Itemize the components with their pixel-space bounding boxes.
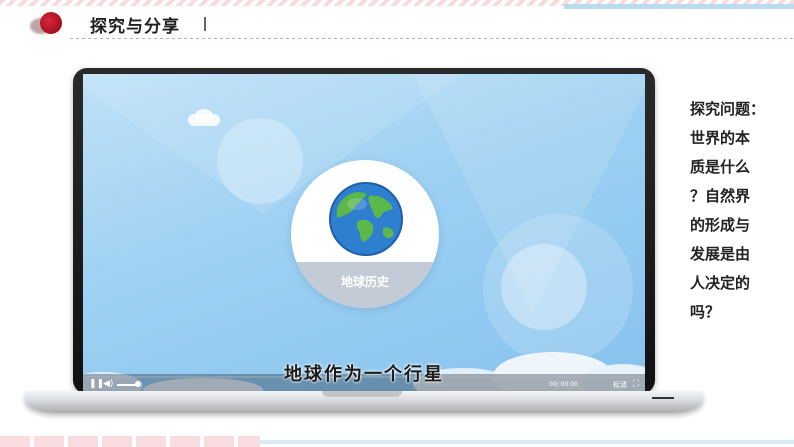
cloud-icon [195,109,213,123]
fullscreen-icon[interactable]: ⛶ [633,379,639,389]
volume-icon[interactable]: ◀) [103,379,113,389]
page-title: 探究与分享 [90,17,180,37]
question-line: 吗？ [690,303,721,321]
time-readout: 00/ 00:00 [549,381,578,388]
bg-circle [217,118,303,204]
question-line: 的形成与 [690,216,751,234]
header-bar: 探究与分享 [0,0,794,44]
laptop-notch [322,391,402,397]
question-line: 世界的本 [690,129,751,147]
footer-stripe [0,436,260,447]
question-line: 探究问题： [690,100,766,118]
header-dashed-line [70,38,794,39]
volume-knob[interactable] [135,381,141,387]
topic-badge: 地球历史 [291,160,439,308]
question-line: 人决定的 [690,274,751,292]
footer-blue-stripe [260,440,794,444]
question-line: 发展是由 [690,245,751,263]
video-screen[interactable]: 地球历史 地球作为一个行星 ❚❚ ◀) 00/ 00:00 标清 ⛶ [83,74,645,392]
header-blue-stripe [564,4,794,9]
bg-circle [501,244,587,330]
question-line: ？自然界 [690,187,751,205]
badge-label: 地球历史 [340,275,389,289]
header-red-dot-icon [40,12,62,34]
laptop-led [652,397,674,399]
quality-button[interactable]: 标清 [613,380,627,390]
question-text: 探究问题： 世界的本 质是什么 ？自然界 的形成与 发展是由 人决定的 吗？ [690,95,770,327]
pause-icon[interactable]: ❚❚ [89,379,104,389]
volume-slider[interactable] [117,384,137,386]
question-line: 质是什么 [690,158,751,176]
title-divider [204,17,206,31]
globe-icon [329,182,403,256]
